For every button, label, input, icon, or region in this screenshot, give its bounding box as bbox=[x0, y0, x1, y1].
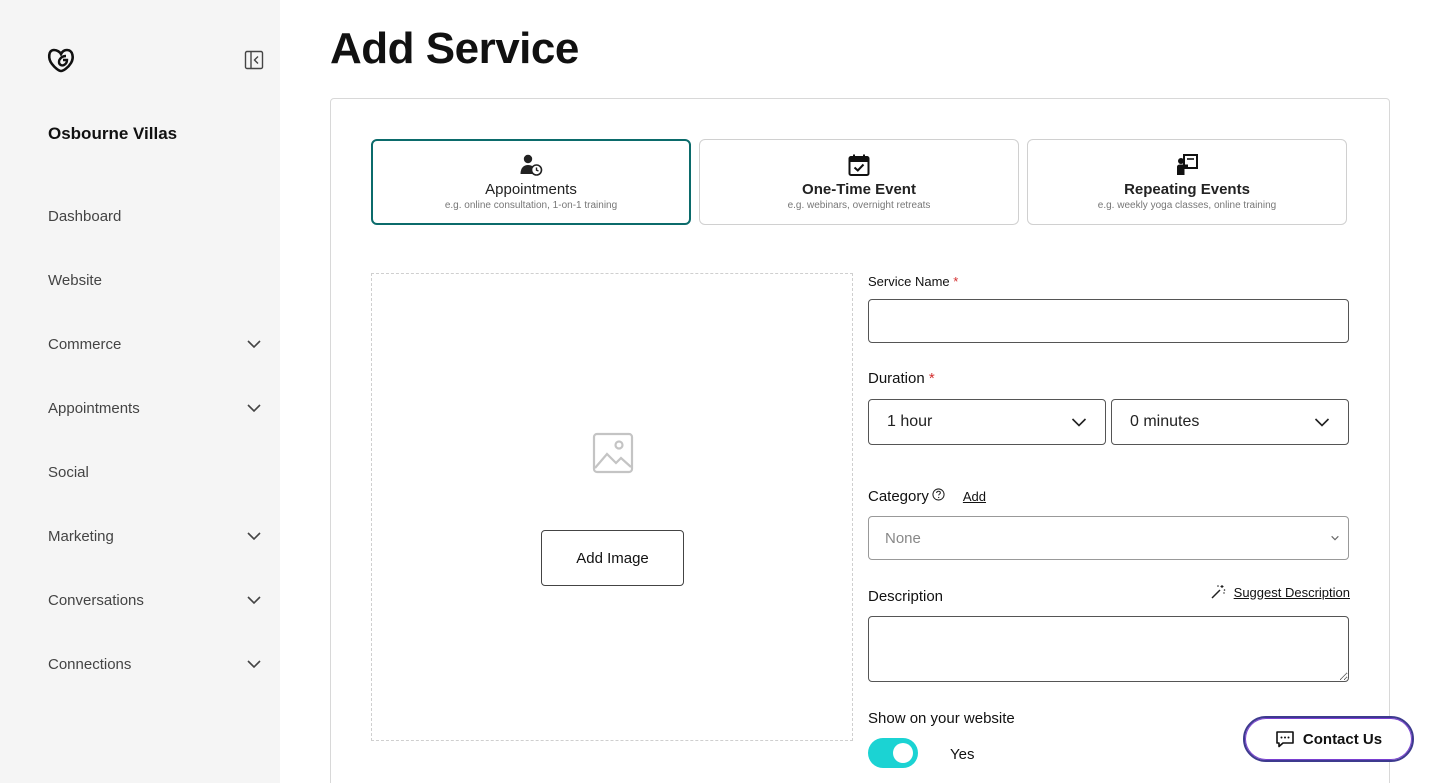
chevron-down-icon bbox=[1331, 535, 1339, 541]
tile-title: Repeating Events bbox=[1124, 181, 1250, 198]
sidebar-item-conversations[interactable]: Conversations bbox=[0, 568, 280, 632]
sidebar-collapse-icon[interactable] bbox=[244, 50, 264, 70]
tile-title: One-Time Event bbox=[802, 181, 916, 198]
category-label: Category bbox=[868, 488, 929, 505]
person-clock-icon bbox=[520, 154, 543, 176]
duration-label: Duration * bbox=[868, 370, 935, 387]
tile-subtitle: e.g. weekly yoga classes, online trainin… bbox=[1097, 200, 1277, 211]
chat-icon bbox=[1276, 731, 1294, 748]
sidebar-item-social[interactable]: Social bbox=[0, 440, 280, 504]
add-image-button[interactable]: Add Image bbox=[541, 530, 684, 586]
chevron-down-icon bbox=[1071, 418, 1087, 427]
sidebar-item-label: Appointments bbox=[48, 399, 140, 417]
sidebar-item-label: Social bbox=[48, 463, 89, 481]
sidebar-item-commerce[interactable]: Commerce bbox=[0, 312, 280, 376]
sidebar-item-label: Website bbox=[48, 271, 102, 289]
description-label: Description bbox=[868, 588, 944, 605]
duration-hours-select[interactable]: 1 hour bbox=[868, 399, 1106, 445]
contact-us-label: Contact Us bbox=[1302, 730, 1383, 748]
chevron-down-icon bbox=[247, 404, 261, 413]
sidebar-item-label: Marketing bbox=[48, 527, 114, 545]
service-name-label: Service Name * bbox=[868, 274, 959, 289]
show-on-website-toggle[interactable] bbox=[868, 738, 918, 768]
category-label-row: Category Add bbox=[868, 488, 986, 505]
magic-wand-icon bbox=[1211, 585, 1225, 599]
duration-hours-value: 1 hour bbox=[887, 413, 933, 430]
category-value: None bbox=[885, 529, 921, 547]
tile-title: Appointments bbox=[485, 181, 577, 198]
tile-subtitle: e.g. online consultation, 1-on-1 trainin… bbox=[444, 200, 618, 211]
duration-minutes-select[interactable]: 0 minutes bbox=[1111, 399, 1349, 445]
toggle-knob bbox=[893, 743, 913, 763]
calendar-check-icon bbox=[848, 154, 870, 176]
show-on-website-value: Yes bbox=[950, 746, 975, 763]
duration-minutes-value: 0 minutes bbox=[1130, 413, 1200, 430]
contact-us-button[interactable]: Contact Us bbox=[1243, 716, 1414, 762]
chevron-down-icon bbox=[247, 660, 261, 669]
chevron-down-icon bbox=[247, 340, 261, 349]
chevron-down-icon bbox=[247, 532, 261, 541]
sidebar-item-label: Conversations bbox=[48, 591, 144, 609]
sidebar-item-label: Dashboard bbox=[48, 207, 122, 225]
service-type-repeating-events[interactable]: Repeating Events e.g. weekly yoga classe… bbox=[1027, 139, 1347, 225]
category-select[interactable]: None bbox=[868, 516, 1349, 560]
sidebar-item-appointments[interactable]: Appointments bbox=[0, 376, 280, 440]
suggest-description[interactable]: Suggest Description bbox=[1210, 584, 1350, 600]
repeating-events-icon bbox=[1177, 154, 1198, 175]
chevron-down-icon bbox=[247, 596, 261, 605]
show-on-website-label: Show on your website bbox=[868, 710, 1015, 727]
sidebar-item-connections[interactable]: Connections bbox=[0, 632, 280, 696]
godaddy-logo-icon[interactable] bbox=[46, 45, 76, 75]
service-type-appointments[interactable]: Appointments e.g. online consultation, 1… bbox=[371, 139, 691, 225]
sidebar-nav: Dashboard Website Commerce Appointments … bbox=[0, 184, 280, 696]
service-name-input[interactable] bbox=[868, 299, 1349, 343]
page-title: Add Service bbox=[330, 24, 579, 73]
add-category-link[interactable]: Add bbox=[963, 489, 986, 504]
sidebar-item-dashboard[interactable]: Dashboard bbox=[0, 184, 280, 248]
description-textarea[interactable] bbox=[868, 616, 1349, 682]
sidebar-item-label: Connections bbox=[48, 655, 132, 673]
sidebar-item-marketing[interactable]: Marketing bbox=[0, 504, 280, 568]
image-icon bbox=[592, 432, 634, 474]
suggest-description-link[interactable]: Suggest Description bbox=[1234, 585, 1350, 600]
service-form-card: Appointments e.g. online consultation, 1… bbox=[330, 98, 1390, 783]
site-name: Osbourne Villas bbox=[48, 124, 178, 143]
sidebar-item-website[interactable]: Website bbox=[0, 248, 280, 312]
service-type-one-time-event[interactable]: One-Time Event e.g. webinars, overnight … bbox=[699, 139, 1019, 225]
sidebar-item-label: Commerce bbox=[48, 335, 122, 353]
sidebar: Osbourne Villas Dashboard Website Commer… bbox=[0, 0, 280, 783]
question-circle-icon[interactable] bbox=[932, 488, 945, 501]
service-type-selector: Appointments e.g. online consultation, 1… bbox=[371, 139, 1347, 225]
tile-subtitle: e.g. webinars, overnight retreats bbox=[787, 200, 931, 211]
chevron-down-icon bbox=[1314, 418, 1330, 427]
image-dropzone[interactable]: Add Image bbox=[371, 273, 853, 741]
